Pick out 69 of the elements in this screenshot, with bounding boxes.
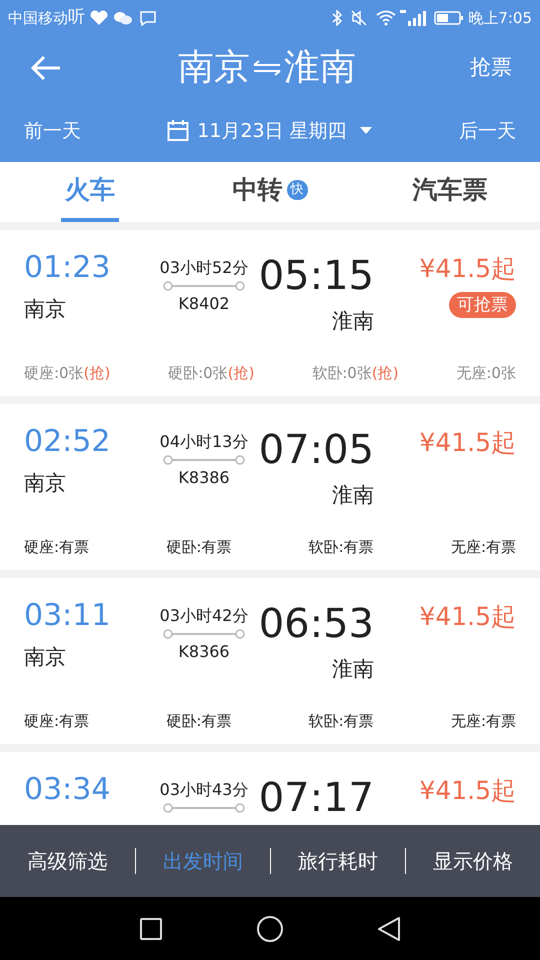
sort-option[interactable]: 显示价格 xyxy=(406,846,540,876)
departure-time: 02:52 xyxy=(24,424,112,460)
seat-availability: 硬卧:有票 xyxy=(166,536,232,558)
train-number: K8386 xyxy=(178,467,230,489)
duration-text: 04小时13分 xyxy=(160,432,248,452)
route-line-icon xyxy=(162,280,246,292)
dropdown-caret-icon xyxy=(358,127,373,135)
back-arrow-icon xyxy=(30,55,62,81)
duration-text: 03小时43分 xyxy=(160,780,248,800)
transport-tab[interactable]: 中转 快 xyxy=(228,162,312,222)
destination-city: 淮南 xyxy=(284,46,356,90)
chat-icon xyxy=(113,10,133,26)
fast-badge: 快 xyxy=(286,180,308,200)
arrival-station: 淮南 xyxy=(332,308,374,335)
message-icon xyxy=(139,10,157,26)
duration-text: 03小时52分 xyxy=(160,258,248,278)
seat-availability: 硬座:有票 xyxy=(24,536,90,558)
train-card[interactable]: 03:34 03小时43分 07:17 ¥41.5起 xyxy=(0,752,540,825)
train-number: K8366 xyxy=(178,641,230,663)
seat-availability: 硬座:有票 xyxy=(24,710,90,732)
signal-icon xyxy=(400,10,426,26)
grab-ticket-badge: 可抢票 xyxy=(449,292,516,318)
transport-tab[interactable]: 汽车票 xyxy=(408,162,492,222)
train-number: K8402 xyxy=(178,293,230,315)
route-line-icon xyxy=(162,802,246,814)
price-text: ¥41.5起 xyxy=(419,602,516,632)
battery-icon xyxy=(434,10,464,26)
departure-station: 南京 xyxy=(24,296,67,323)
calendar-icon xyxy=(167,120,190,142)
bluetooth-icon xyxy=(332,10,342,26)
arrival-time: 06:53 xyxy=(258,602,374,646)
sort-option[interactable]: 旅行耗时 xyxy=(271,846,405,876)
app-glyph: 听 xyxy=(68,6,85,30)
departure-station: 南京 xyxy=(24,644,67,671)
home-icon[interactable] xyxy=(257,916,283,942)
arrival-station: 淮南 xyxy=(332,482,374,509)
seat-availability: 无座:0张 xyxy=(456,362,516,384)
departure-station: 南京 xyxy=(24,470,67,497)
seat-availability: 软卧:0张(抢) xyxy=(312,362,399,384)
seat-availability: 无座:有票 xyxy=(450,710,516,732)
route-line-icon xyxy=(162,454,246,466)
carrier-name: 中国移动 xyxy=(8,8,68,29)
seat-availability: 软卧:有票 xyxy=(308,536,374,558)
sort-option[interactable]: 高级筛选 xyxy=(0,846,135,876)
wifi-icon xyxy=(376,10,396,26)
seat-availability: 硬座:0张(抢) xyxy=(24,362,110,384)
heart-icon xyxy=(89,10,109,26)
departure-time: 03:11 xyxy=(24,598,112,634)
seat-availability: 硬卧:有票 xyxy=(166,710,232,732)
seat-availability: 硬卧:0张(抢) xyxy=(168,362,254,384)
mute-icon xyxy=(350,10,368,26)
departure-time: 01:23 xyxy=(24,250,112,286)
seat-availability: 软卧:有票 xyxy=(308,710,374,732)
recent-apps-icon[interactable] xyxy=(140,918,162,940)
arrival-station: 淮南 xyxy=(332,656,374,683)
departure-time: 03:34 xyxy=(24,772,112,808)
arrival-time: 07:05 xyxy=(258,428,374,472)
arrival-time: 07:17 xyxy=(258,776,374,820)
price-text: ¥41.5起 xyxy=(419,428,516,458)
clock-time: 晚上7:05 xyxy=(468,8,532,29)
duration-text: 03小时42分 xyxy=(160,606,248,626)
arrival-time: 05:15 xyxy=(258,254,374,298)
origin-city: 南京 xyxy=(178,46,250,90)
price-text: ¥41.5起 xyxy=(419,254,516,284)
price-text: ¥41.5起 xyxy=(419,776,516,806)
route-line-icon xyxy=(162,628,246,640)
seat-availability: 无座:有票 xyxy=(450,536,516,558)
back-icon[interactable] xyxy=(378,916,400,940)
swap-arrows-icon xyxy=(252,60,282,76)
